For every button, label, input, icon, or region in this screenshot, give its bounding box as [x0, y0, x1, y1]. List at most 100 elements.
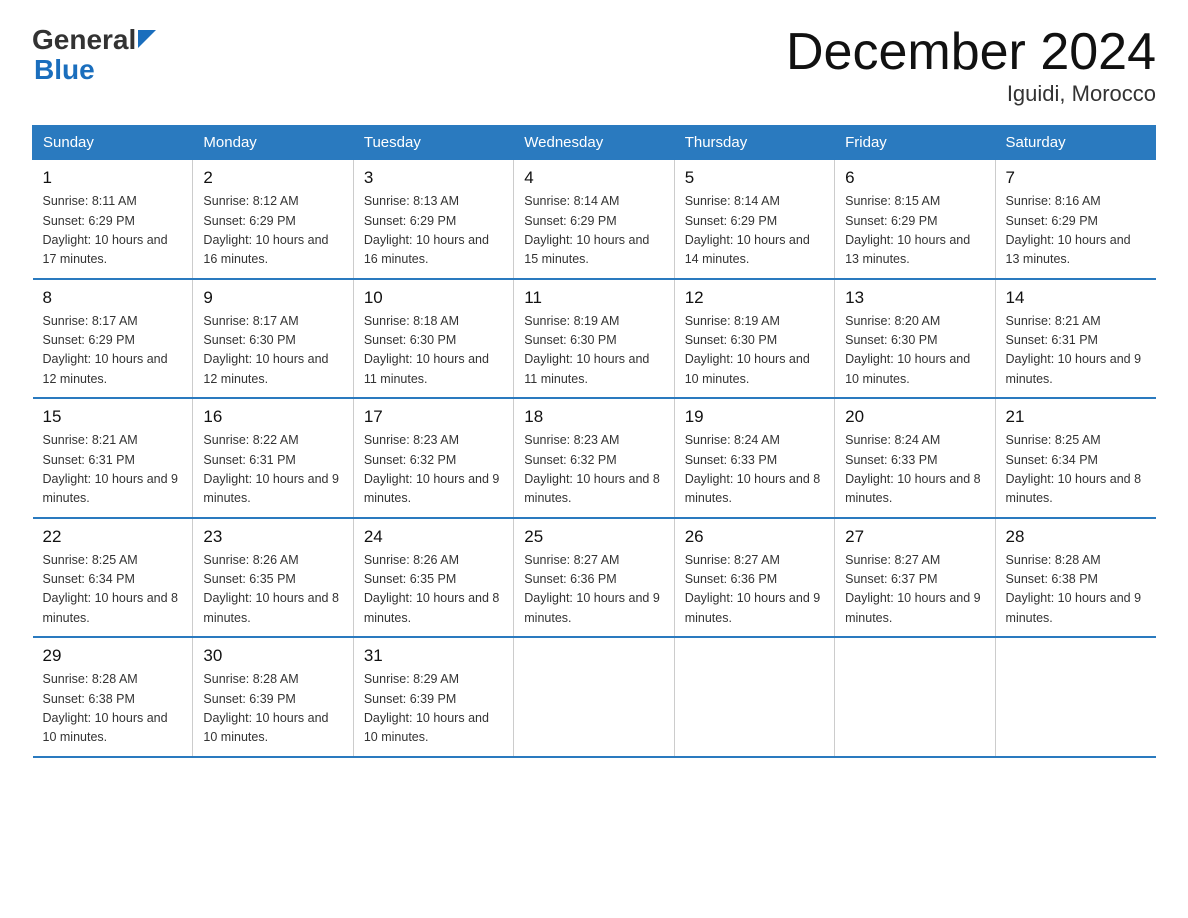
- calendar-cell: [514, 637, 674, 757]
- title-block: December 2024 Iguidi, Morocco: [786, 24, 1156, 107]
- logo: General Blue: [32, 24, 156, 84]
- header-monday: Monday: [193, 126, 353, 160]
- calendar-cell: 7 Sunrise: 8:16 AMSunset: 6:29 PMDayligh…: [995, 160, 1155, 279]
- day-number: 7: [1006, 168, 1146, 188]
- calendar-cell: 26 Sunrise: 8:27 AMSunset: 6:36 PMDaylig…: [674, 518, 834, 638]
- calendar-cell: 21 Sunrise: 8:25 AMSunset: 6:34 PMDaylig…: [995, 398, 1155, 518]
- day-info: Sunrise: 8:15 AMSunset: 6:29 PMDaylight:…: [845, 192, 984, 270]
- day-info: Sunrise: 8:27 AMSunset: 6:36 PMDaylight:…: [524, 551, 663, 629]
- calendar-cell: 24 Sunrise: 8:26 AMSunset: 6:35 PMDaylig…: [353, 518, 513, 638]
- day-info: Sunrise: 8:14 AMSunset: 6:29 PMDaylight:…: [524, 192, 663, 270]
- calendar-cell: 2 Sunrise: 8:12 AMSunset: 6:29 PMDayligh…: [193, 160, 353, 279]
- location-title: Iguidi, Morocco: [786, 81, 1156, 107]
- calendar-cell: 11 Sunrise: 8:19 AMSunset: 6:30 PMDaylig…: [514, 279, 674, 399]
- day-info: Sunrise: 8:17 AMSunset: 6:30 PMDaylight:…: [203, 312, 342, 390]
- day-info: Sunrise: 8:26 AMSunset: 6:35 PMDaylight:…: [203, 551, 342, 629]
- calendar-cell: 3 Sunrise: 8:13 AMSunset: 6:29 PMDayligh…: [353, 160, 513, 279]
- week-row-4: 22 Sunrise: 8:25 AMSunset: 6:34 PMDaylig…: [33, 518, 1156, 638]
- day-number: 3: [364, 168, 503, 188]
- day-info: Sunrise: 8:16 AMSunset: 6:29 PMDaylight:…: [1006, 192, 1146, 270]
- calendar-cell: [835, 637, 995, 757]
- day-info: Sunrise: 8:12 AMSunset: 6:29 PMDaylight:…: [203, 192, 342, 270]
- header-saturday: Saturday: [995, 126, 1155, 160]
- day-info: Sunrise: 8:11 AMSunset: 6:29 PMDaylight:…: [43, 192, 183, 270]
- calendar-cell: 28 Sunrise: 8:28 AMSunset: 6:38 PMDaylig…: [995, 518, 1155, 638]
- day-number: 26: [685, 527, 824, 547]
- day-number: 25: [524, 527, 663, 547]
- month-title: December 2024: [786, 24, 1156, 81]
- logo-general-text: General: [32, 24, 136, 56]
- week-row-1: 1 Sunrise: 8:11 AMSunset: 6:29 PMDayligh…: [33, 160, 1156, 279]
- day-info: Sunrise: 8:13 AMSunset: 6:29 PMDaylight:…: [364, 192, 503, 270]
- day-info: Sunrise: 8:23 AMSunset: 6:32 PMDaylight:…: [364, 431, 503, 509]
- calendar-cell: 23 Sunrise: 8:26 AMSunset: 6:35 PMDaylig…: [193, 518, 353, 638]
- day-number: 27: [845, 527, 984, 547]
- day-number: 8: [43, 288, 183, 308]
- calendar-cell: 31 Sunrise: 8:29 AMSunset: 6:39 PMDaylig…: [353, 637, 513, 757]
- week-row-3: 15 Sunrise: 8:21 AMSunset: 6:31 PMDaylig…: [33, 398, 1156, 518]
- week-row-5: 29 Sunrise: 8:28 AMSunset: 6:38 PMDaylig…: [33, 637, 1156, 757]
- calendar-cell: 18 Sunrise: 8:23 AMSunset: 6:32 PMDaylig…: [514, 398, 674, 518]
- day-number: 9: [203, 288, 342, 308]
- week-row-2: 8 Sunrise: 8:17 AMSunset: 6:29 PMDayligh…: [33, 279, 1156, 399]
- day-number: 5: [685, 168, 824, 188]
- calendar-cell: 19 Sunrise: 8:24 AMSunset: 6:33 PMDaylig…: [674, 398, 834, 518]
- calendar-cell: 30 Sunrise: 8:28 AMSunset: 6:39 PMDaylig…: [193, 637, 353, 757]
- day-info: Sunrise: 8:25 AMSunset: 6:34 PMDaylight:…: [1006, 431, 1146, 509]
- day-number: 6: [845, 168, 984, 188]
- day-number: 22: [43, 527, 183, 547]
- calendar-cell: 22 Sunrise: 8:25 AMSunset: 6:34 PMDaylig…: [33, 518, 193, 638]
- day-info: Sunrise: 8:14 AMSunset: 6:29 PMDaylight:…: [685, 192, 824, 270]
- header-wednesday: Wednesday: [514, 126, 674, 160]
- day-info: Sunrise: 8:27 AMSunset: 6:37 PMDaylight:…: [845, 551, 984, 629]
- day-number: 16: [203, 407, 342, 427]
- calendar-cell: 10 Sunrise: 8:18 AMSunset: 6:30 PMDaylig…: [353, 279, 513, 399]
- day-info: Sunrise: 8:28 AMSunset: 6:38 PMDaylight:…: [1006, 551, 1146, 629]
- calendar-cell: [995, 637, 1155, 757]
- day-info: Sunrise: 8:17 AMSunset: 6:29 PMDaylight:…: [43, 312, 183, 390]
- day-info: Sunrise: 8:27 AMSunset: 6:36 PMDaylight:…: [685, 551, 824, 629]
- day-number: 14: [1006, 288, 1146, 308]
- day-number: 20: [845, 407, 984, 427]
- calendar-cell: 6 Sunrise: 8:15 AMSunset: 6:29 PMDayligh…: [835, 160, 995, 279]
- day-info: Sunrise: 8:19 AMSunset: 6:30 PMDaylight:…: [685, 312, 824, 390]
- day-number: 30: [203, 646, 342, 666]
- calendar-cell: 25 Sunrise: 8:27 AMSunset: 6:36 PMDaylig…: [514, 518, 674, 638]
- day-number: 24: [364, 527, 503, 547]
- calendar-cell: 8 Sunrise: 8:17 AMSunset: 6:29 PMDayligh…: [33, 279, 193, 399]
- day-number: 17: [364, 407, 503, 427]
- day-info: Sunrise: 8:22 AMSunset: 6:31 PMDaylight:…: [203, 431, 342, 509]
- day-info: Sunrise: 8:23 AMSunset: 6:32 PMDaylight:…: [524, 431, 663, 509]
- day-number: 18: [524, 407, 663, 427]
- day-number: 19: [685, 407, 824, 427]
- calendar-cell: 20 Sunrise: 8:24 AMSunset: 6:33 PMDaylig…: [835, 398, 995, 518]
- calendar-cell: 4 Sunrise: 8:14 AMSunset: 6:29 PMDayligh…: [514, 160, 674, 279]
- calendar-header-row: SundayMondayTuesdayWednesdayThursdayFrid…: [33, 126, 1156, 160]
- calendar-cell: 15 Sunrise: 8:21 AMSunset: 6:31 PMDaylig…: [33, 398, 193, 518]
- day-number: 2: [203, 168, 342, 188]
- day-info: Sunrise: 8:28 AMSunset: 6:39 PMDaylight:…: [203, 670, 342, 748]
- page-header: General Blue December 2024 Iguidi, Moroc…: [32, 24, 1156, 107]
- day-info: Sunrise: 8:18 AMSunset: 6:30 PMDaylight:…: [364, 312, 503, 390]
- day-number: 31: [364, 646, 503, 666]
- logo-triangle-icon: [138, 30, 156, 53]
- calendar-table: SundayMondayTuesdayWednesdayThursdayFrid…: [32, 125, 1156, 758]
- logo-blue-text: Blue: [34, 56, 95, 84]
- day-info: Sunrise: 8:20 AMSunset: 6:30 PMDaylight:…: [845, 312, 984, 390]
- calendar-cell: 9 Sunrise: 8:17 AMSunset: 6:30 PMDayligh…: [193, 279, 353, 399]
- calendar-cell: 12 Sunrise: 8:19 AMSunset: 6:30 PMDaylig…: [674, 279, 834, 399]
- day-info: Sunrise: 8:25 AMSunset: 6:34 PMDaylight:…: [43, 551, 183, 629]
- day-number: 15: [43, 407, 183, 427]
- day-info: Sunrise: 8:21 AMSunset: 6:31 PMDaylight:…: [1006, 312, 1146, 390]
- day-info: Sunrise: 8:24 AMSunset: 6:33 PMDaylight:…: [845, 431, 984, 509]
- day-number: 23: [203, 527, 342, 547]
- calendar-cell: 17 Sunrise: 8:23 AMSunset: 6:32 PMDaylig…: [353, 398, 513, 518]
- calendar-cell: 13 Sunrise: 8:20 AMSunset: 6:30 PMDaylig…: [835, 279, 995, 399]
- day-number: 1: [43, 168, 183, 188]
- header-sunday: Sunday: [33, 126, 193, 160]
- header-thursday: Thursday: [674, 126, 834, 160]
- day-number: 13: [845, 288, 984, 308]
- header-friday: Friday: [835, 126, 995, 160]
- day-info: Sunrise: 8:21 AMSunset: 6:31 PMDaylight:…: [43, 431, 183, 509]
- day-info: Sunrise: 8:19 AMSunset: 6:30 PMDaylight:…: [524, 312, 663, 390]
